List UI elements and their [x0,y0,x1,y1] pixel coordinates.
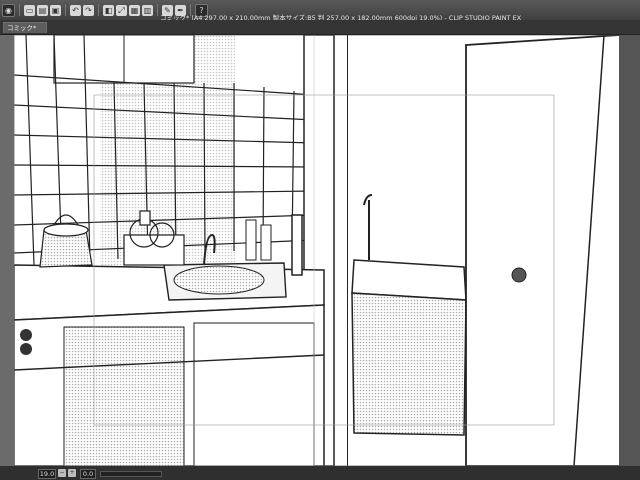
zoom-in-icon[interactable]: + [68,469,76,477]
rotation-field[interactable]: 0.0 [80,469,96,479]
zoom-out-icon[interactable]: − [58,469,66,477]
toolbar-divider [98,4,99,16]
canvas-artwork[interactable] [14,35,620,466]
document-tabbar: コミック* [0,20,640,35]
toolbar-divider [157,4,158,16]
toolbar-divider [65,4,66,16]
title-bar: ◉ ▭ ▤ ▣ ↶ ↷ ◧ ⤢ ▦ ▥ ✎ ✒ ? コミック* (A4 297.… [0,0,640,22]
kitchen-line-art [14,35,620,466]
transform-icon[interactable]: ⤢ [116,4,127,16]
undo-icon[interactable]: ↶ [70,4,81,16]
zoom-field[interactable]: 19.0 [38,469,56,479]
zoom-slider[interactable] [100,471,162,477]
toolbar-divider [19,4,20,16]
status-bar: 19.0 − + 0.0 [0,466,640,480]
save-icon[interactable]: ▣ [50,4,61,16]
canvas-area[interactable] [0,35,640,466]
snap-icon[interactable]: ▦ [129,4,140,16]
right-edge-panel [620,35,640,466]
app-menu-icon[interactable]: ◉ [2,3,15,17]
tab-comic[interactable]: コミック* [3,22,47,33]
ruler-icon[interactable]: ▥ [142,4,153,16]
layer-icon[interactable]: ◧ [103,4,114,16]
redo-icon[interactable]: ↷ [83,4,94,16]
open-icon[interactable]: ▤ [37,4,48,16]
new-icon[interactable]: ▭ [24,4,35,16]
